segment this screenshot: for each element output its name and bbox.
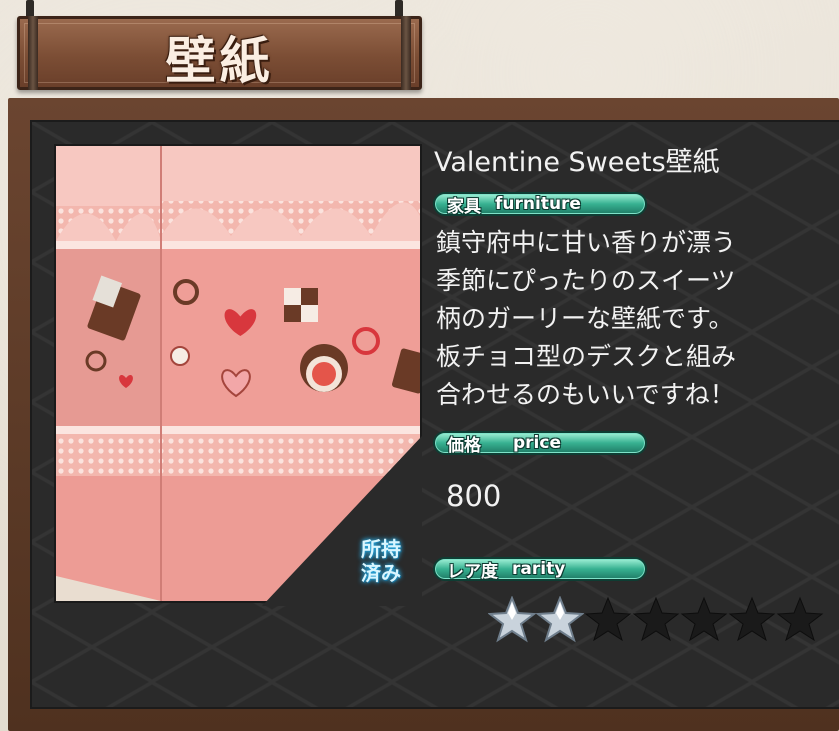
star-filled-icon — [536, 596, 584, 643]
category-sign: 壁紙 — [17, 16, 422, 90]
description-line: 柄のガーリーな壁紙です。 — [436, 304, 734, 333]
description-line: 板チョコ型のデスクと組み — [436, 342, 737, 371]
star-empty-icon — [584, 596, 632, 642]
price-badge: 価格 price — [433, 431, 647, 456]
price-value: 800 — [446, 479, 502, 513]
star-filled-icon — [488, 596, 536, 643]
orange-cookie-icon — [300, 344, 348, 392]
rarity-badge-jp: レア度 — [447, 561, 498, 582]
rarity-stars — [488, 596, 824, 644]
category-badge-en: furniture — [495, 194, 581, 214]
item-name: Valentine Sweets壁紙 — [434, 147, 720, 178]
star-empty-icon — [776, 596, 824, 642]
item-description: 鎮守府中に甘い香りが漂う 季節にぴったりのスイーツ 柄のガーリーな壁紙です。 板… — [436, 224, 796, 414]
description-line: 鎮守府中に甘い香りが漂う — [436, 228, 737, 257]
owned-label-line: 所持 — [361, 537, 401, 561]
price-badge-en: price — [513, 433, 561, 453]
star-empty-icon — [728, 596, 776, 642]
star-empty-icon — [680, 596, 728, 642]
rarity-badge-en: rarity — [512, 559, 566, 579]
price-badge-jp: 価格 — [447, 435, 481, 456]
rarity-badge: レア度 rarity — [433, 557, 647, 582]
description-line: 合わせるのもいいですね！ — [436, 380, 735, 409]
description-line: 季節にぴったりのスイーツ — [436, 266, 736, 295]
checker-cookie-icon — [284, 288, 318, 322]
category-badge-jp: 家具 — [447, 196, 481, 217]
star-empty-icon — [632, 596, 680, 642]
category-badge: 家具 furniture — [433, 192, 647, 217]
category-title: 壁紙 — [165, 31, 274, 90]
owned-badge: 所持 済み — [352, 537, 410, 585]
owned-label-line: 済み — [361, 561, 401, 585]
